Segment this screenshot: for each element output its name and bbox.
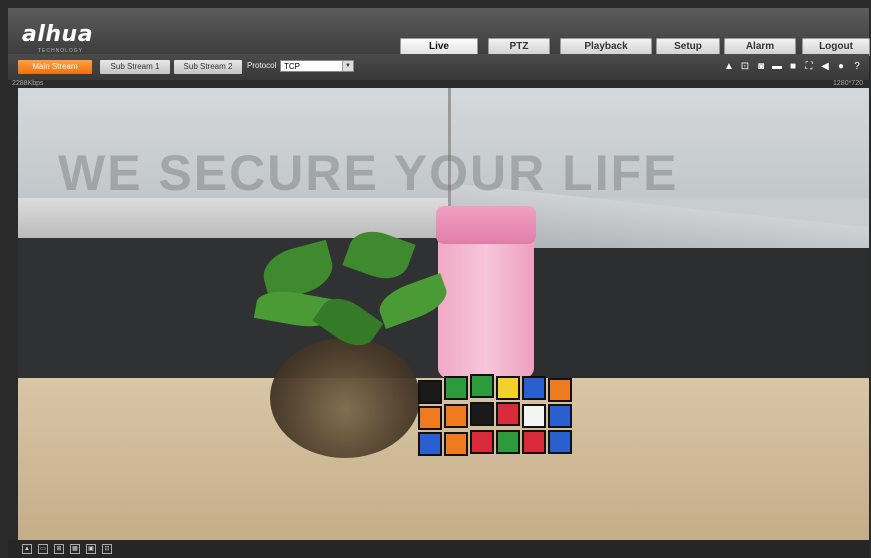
cube-tile: [470, 374, 494, 398]
help-icon[interactable]: ?: [851, 61, 863, 73]
bottle-cap: [436, 206, 536, 244]
ratio-icon[interactable]: ▦: [70, 544, 80, 554]
cube-tile: [470, 430, 494, 454]
cube-tile: [522, 404, 546, 428]
protocol-select[interactable]: TCP ▼: [280, 60, 354, 72]
fullscreen-icon[interactable]: ⛶: [803, 61, 815, 73]
cube-tile: [548, 378, 572, 402]
record-icon[interactable]: ▬: [771, 61, 783, 73]
sub-stream-2-button[interactable]: Sub Stream 2: [174, 60, 242, 74]
bitrate-readout: 2288Kbps: [12, 80, 44, 87]
main-stream-button[interactable]: Main Stream: [18, 60, 92, 74]
header-bar: alhua TECHNOLOGY Live PTZ Playback Setup…: [8, 8, 870, 56]
cube-tile: [418, 432, 442, 456]
user-icon[interactable]: ▲: [723, 61, 735, 73]
video-icon[interactable]: ■: [787, 61, 799, 73]
cube-tile: [470, 402, 494, 426]
sub-stream-1-button[interactable]: Sub Stream 1: [100, 60, 170, 74]
cube-tile: [548, 430, 572, 454]
resolution-readout: 1280*720: [833, 80, 863, 87]
cube-tile: [522, 376, 546, 400]
rubiks-cube: [416, 370, 576, 490]
cube-tile: [444, 404, 468, 428]
protocol-label: Protocol: [247, 61, 277, 70]
chevron-down-icon: ▼: [342, 61, 353, 71]
cube-tile: [496, 376, 520, 400]
fit-icon[interactable]: ⊞: [54, 544, 64, 554]
app-frame: alhua TECHNOLOGY Live PTZ Playback Setup…: [0, 0, 871, 558]
full-scale-icon[interactable]: ▭: [38, 544, 48, 554]
cube-tile: [444, 432, 468, 456]
live-tools: ▲ ⊡ ◙ ▬ ■ ⛶ ◀ ● ?: [723, 59, 863, 75]
microphone-icon[interactable]: ●: [835, 61, 847, 73]
original-size-icon[interactable]: ▲: [22, 544, 32, 554]
cube-tile: [418, 380, 442, 404]
protocol-value: TCP: [284, 62, 300, 71]
cube-tile: [496, 430, 520, 454]
plant-bowl: [270, 338, 420, 458]
dahua-logo: alhua: [22, 22, 94, 47]
cube-tile: [496, 402, 520, 426]
bottom-toolbar: ▲ ▭ ⊞ ▦ ▣ ⊡: [8, 540, 869, 558]
pip-icon[interactable]: ⊡: [102, 544, 112, 554]
cube-tile: [418, 406, 442, 430]
cube-tile: [522, 430, 546, 454]
stream-toolbar: Main Stream Sub Stream 1 Sub Stream 2 Pr…: [8, 54, 869, 80]
zoom-icon[interactable]: ⊡: [739, 61, 751, 73]
live-video[interactable]: WE SECURE YOUR LIFE: [18, 88, 869, 540]
expand-icon[interactable]: ▣: [86, 544, 96, 554]
snapshot-icon[interactable]: ◙: [755, 61, 767, 73]
watermark-text: WE SECURE YOUR LIFE: [58, 145, 679, 201]
audio-icon[interactable]: ◀: [819, 61, 831, 73]
cube-tile: [548, 404, 572, 428]
cube-tile: [444, 376, 468, 400]
